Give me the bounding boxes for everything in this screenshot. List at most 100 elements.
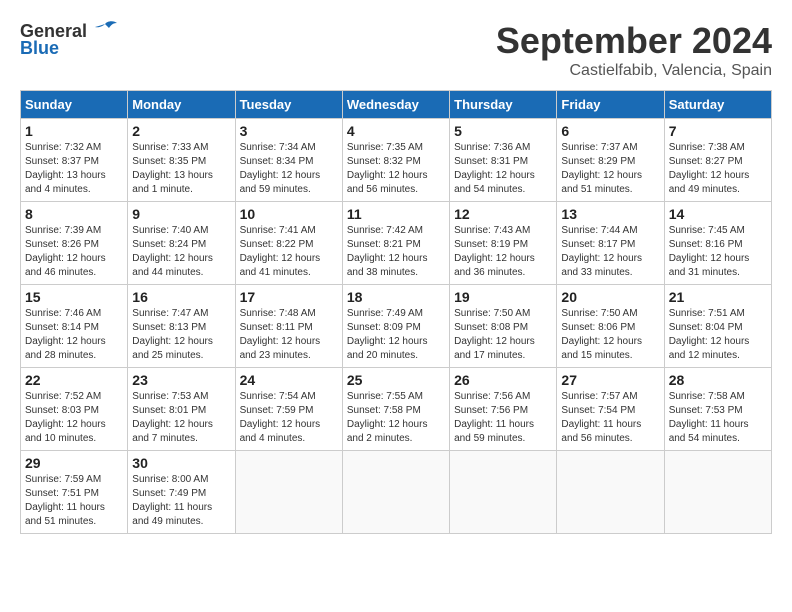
calendar-cell-0-4: 5 Sunrise: 7:36 AM Sunset: 8:31 PM Dayli… <box>450 119 557 202</box>
day-number: 11 <box>347 206 445 222</box>
header-thursday: Thursday <box>450 91 557 119</box>
logo: General Blue <box>20 20 119 59</box>
day-number: 21 <box>669 289 767 305</box>
week-row-3: 15 Sunrise: 7:46 AM Sunset: 8:14 PM Dayl… <box>21 285 772 368</box>
calendar-cell-2-3: 18 Sunrise: 7:49 AM Sunset: 8:09 PM Dayl… <box>342 285 449 368</box>
calendar-cell-4-4 <box>450 451 557 534</box>
calendar-cell-2-2: 17 Sunrise: 7:48 AM Sunset: 8:11 PM Dayl… <box>235 285 342 368</box>
header-wednesday: Wednesday <box>342 91 449 119</box>
logo-text-blue: Blue <box>20 38 59 59</box>
day-info: Sunrise: 7:40 AM Sunset: 8:24 PM Dayligh… <box>132 224 230 280</box>
day-number: 5 <box>454 123 552 139</box>
calendar-cell-2-4: 19 Sunrise: 7:50 AM Sunset: 8:08 PM Dayl… <box>450 285 557 368</box>
calendar-cell-3-5: 27 Sunrise: 7:57 AM Sunset: 7:54 PM Dayl… <box>557 368 664 451</box>
day-number: 30 <box>132 455 230 471</box>
day-info: Sunrise: 7:37 AM Sunset: 8:29 PM Dayligh… <box>561 141 659 197</box>
day-info: Sunrise: 7:52 AM Sunset: 8:03 PM Dayligh… <box>25 390 123 446</box>
calendar-title-area: September 2024 Castielfabib, Valencia, S… <box>496 20 772 80</box>
day-info: Sunrise: 7:51 AM Sunset: 8:04 PM Dayligh… <box>669 307 767 363</box>
day-info: Sunrise: 7:43 AM Sunset: 8:19 PM Dayligh… <box>454 224 552 280</box>
logo-bird-icon <box>91 20 119 42</box>
calendar-cell-0-5: 6 Sunrise: 7:37 AM Sunset: 8:29 PM Dayli… <box>557 119 664 202</box>
calendar-table: Sunday Monday Tuesday Wednesday Thursday… <box>20 90 772 534</box>
calendar-cell-2-1: 16 Sunrise: 7:47 AM Sunset: 8:13 PM Dayl… <box>128 285 235 368</box>
day-info: Sunrise: 7:41 AM Sunset: 8:22 PM Dayligh… <box>240 224 338 280</box>
week-row-1: 1 Sunrise: 7:32 AM Sunset: 8:37 PM Dayli… <box>21 119 772 202</box>
day-number: 8 <box>25 206 123 222</box>
calendar-cell-4-3 <box>342 451 449 534</box>
week-row-4: 22 Sunrise: 7:52 AM Sunset: 8:03 PM Dayl… <box>21 368 772 451</box>
day-info: Sunrise: 7:45 AM Sunset: 8:16 PM Dayligh… <box>669 224 767 280</box>
calendar-cell-3-6: 28 Sunrise: 7:58 AM Sunset: 7:53 PM Dayl… <box>664 368 771 451</box>
header-tuesday: Tuesday <box>235 91 342 119</box>
calendar-cell-4-0: 29 Sunrise: 7:59 AM Sunset: 7:51 PM Dayl… <box>21 451 128 534</box>
calendar-cell-1-5: 13 Sunrise: 7:44 AM Sunset: 8:17 PM Dayl… <box>557 202 664 285</box>
calendar-subtitle: Castielfabib, Valencia, Spain <box>496 62 772 80</box>
day-info: Sunrise: 7:39 AM Sunset: 8:26 PM Dayligh… <box>25 224 123 280</box>
calendar-cell-0-1: 2 Sunrise: 7:33 AM Sunset: 8:35 PM Dayli… <box>128 119 235 202</box>
day-info: Sunrise: 7:57 AM Sunset: 7:54 PM Dayligh… <box>561 390 659 446</box>
day-info: Sunrise: 7:50 AM Sunset: 8:08 PM Dayligh… <box>454 307 552 363</box>
calendar-cell-1-3: 11 Sunrise: 7:42 AM Sunset: 8:21 PM Dayl… <box>342 202 449 285</box>
calendar-cell-3-1: 23 Sunrise: 7:53 AM Sunset: 8:01 PM Dayl… <box>128 368 235 451</box>
day-number: 10 <box>240 206 338 222</box>
day-info: Sunrise: 7:38 AM Sunset: 8:27 PM Dayligh… <box>669 141 767 197</box>
day-number: 20 <box>561 289 659 305</box>
calendar-cell-0-6: 7 Sunrise: 7:38 AM Sunset: 8:27 PM Dayli… <box>664 119 771 202</box>
day-info: Sunrise: 7:55 AM Sunset: 7:58 PM Dayligh… <box>347 390 445 446</box>
calendar-title: September 2024 <box>496 20 772 62</box>
calendar-cell-1-1: 9 Sunrise: 7:40 AM Sunset: 8:24 PM Dayli… <box>128 202 235 285</box>
day-info: Sunrise: 7:48 AM Sunset: 8:11 PM Dayligh… <box>240 307 338 363</box>
day-info: Sunrise: 7:56 AM Sunset: 7:56 PM Dayligh… <box>454 390 552 446</box>
header-sunday: Sunday <box>21 91 128 119</box>
calendar-cell-3-0: 22 Sunrise: 7:52 AM Sunset: 8:03 PM Dayl… <box>21 368 128 451</box>
day-info: Sunrise: 8:00 AM Sunset: 7:49 PM Dayligh… <box>132 473 230 529</box>
day-number: 3 <box>240 123 338 139</box>
day-number: 16 <box>132 289 230 305</box>
day-info: Sunrise: 7:35 AM Sunset: 8:32 PM Dayligh… <box>347 141 445 197</box>
day-number: 23 <box>132 372 230 388</box>
weekday-header-row: Sunday Monday Tuesday Wednesday Thursday… <box>21 91 772 119</box>
day-info: Sunrise: 7:36 AM Sunset: 8:31 PM Dayligh… <box>454 141 552 197</box>
day-number: 27 <box>561 372 659 388</box>
day-number: 14 <box>669 206 767 222</box>
calendar-cell-3-4: 26 Sunrise: 7:56 AM Sunset: 7:56 PM Dayl… <box>450 368 557 451</box>
day-number: 22 <box>25 372 123 388</box>
calendar-cell-1-2: 10 Sunrise: 7:41 AM Sunset: 8:22 PM Dayl… <box>235 202 342 285</box>
day-info: Sunrise: 7:58 AM Sunset: 7:53 PM Dayligh… <box>669 390 767 446</box>
day-info: Sunrise: 7:32 AM Sunset: 8:37 PM Dayligh… <box>25 141 123 197</box>
day-info: Sunrise: 7:33 AM Sunset: 8:35 PM Dayligh… <box>132 141 230 197</box>
day-number: 9 <box>132 206 230 222</box>
calendar-cell-4-1: 30 Sunrise: 8:00 AM Sunset: 7:49 PM Dayl… <box>128 451 235 534</box>
calendar-cell-4-5 <box>557 451 664 534</box>
header-saturday: Saturday <box>664 91 771 119</box>
calendar-cell-4-6 <box>664 451 771 534</box>
day-info: Sunrise: 7:53 AM Sunset: 8:01 PM Dayligh… <box>132 390 230 446</box>
header-monday: Monday <box>128 91 235 119</box>
day-info: Sunrise: 7:59 AM Sunset: 7:51 PM Dayligh… <box>25 473 123 529</box>
day-number: 25 <box>347 372 445 388</box>
calendar-cell-1-4: 12 Sunrise: 7:43 AM Sunset: 8:19 PM Dayl… <box>450 202 557 285</box>
day-number: 4 <box>347 123 445 139</box>
day-number: 18 <box>347 289 445 305</box>
page-header: General Blue September 2024 Castielfabib… <box>20 20 772 80</box>
day-info: Sunrise: 7:49 AM Sunset: 8:09 PM Dayligh… <box>347 307 445 363</box>
day-number: 12 <box>454 206 552 222</box>
day-info: Sunrise: 7:46 AM Sunset: 8:14 PM Dayligh… <box>25 307 123 363</box>
calendar-cell-1-6: 14 Sunrise: 7:45 AM Sunset: 8:16 PM Dayl… <box>664 202 771 285</box>
calendar-cell-0-3: 4 Sunrise: 7:35 AM Sunset: 8:32 PM Dayli… <box>342 119 449 202</box>
header-friday: Friday <box>557 91 664 119</box>
day-info: Sunrise: 7:50 AM Sunset: 8:06 PM Dayligh… <box>561 307 659 363</box>
day-number: 26 <box>454 372 552 388</box>
day-number: 13 <box>561 206 659 222</box>
calendar-cell-4-2 <box>235 451 342 534</box>
day-number: 28 <box>669 372 767 388</box>
week-row-2: 8 Sunrise: 7:39 AM Sunset: 8:26 PM Dayli… <box>21 202 772 285</box>
calendar-cell-2-5: 20 Sunrise: 7:50 AM Sunset: 8:06 PM Dayl… <box>557 285 664 368</box>
calendar-cell-2-0: 15 Sunrise: 7:46 AM Sunset: 8:14 PM Dayl… <box>21 285 128 368</box>
day-number: 15 <box>25 289 123 305</box>
calendar-cell-3-3: 25 Sunrise: 7:55 AM Sunset: 7:58 PM Dayl… <box>342 368 449 451</box>
calendar-cell-0-0: 1 Sunrise: 7:32 AM Sunset: 8:37 PM Dayli… <box>21 119 128 202</box>
day-info: Sunrise: 7:44 AM Sunset: 8:17 PM Dayligh… <box>561 224 659 280</box>
day-info: Sunrise: 7:54 AM Sunset: 7:59 PM Dayligh… <box>240 390 338 446</box>
